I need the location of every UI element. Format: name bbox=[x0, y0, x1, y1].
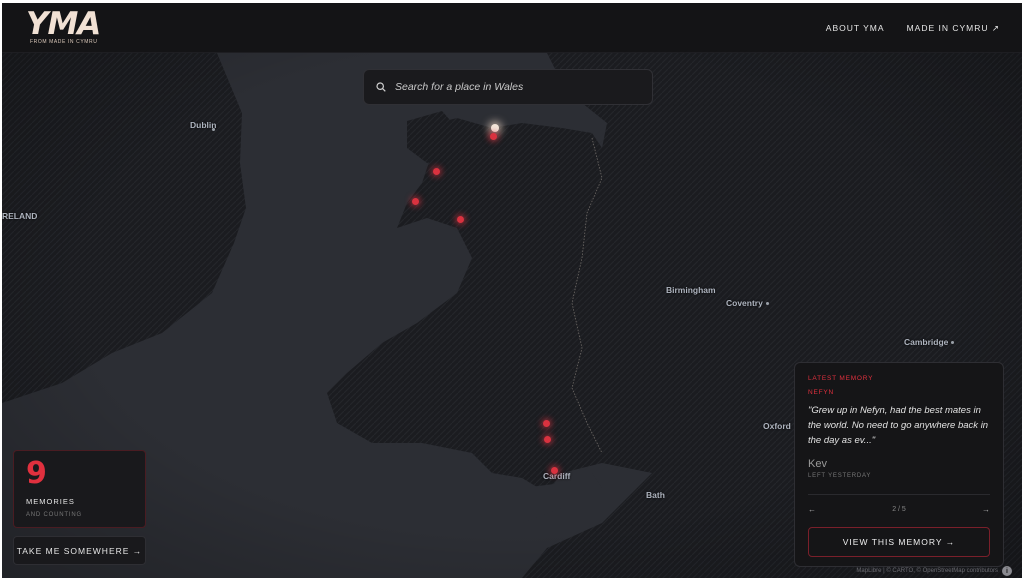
page-indicator: 2 / 5 bbox=[892, 506, 906, 513]
next-memory-button[interactable]: → bbox=[982, 505, 990, 514]
label-birmingham: Birmingham bbox=[666, 285, 716, 295]
nav-about-yma[interactable]: ABOUT YMA bbox=[826, 23, 885, 33]
memory-marker[interactable] bbox=[433, 168, 440, 175]
memory-marker[interactable] bbox=[412, 198, 419, 205]
memories-counter: 9 MEMORIES AND COUNTING bbox=[13, 450, 146, 528]
card-kicker: LATEST MEMORY bbox=[808, 375, 874, 382]
memory-marker-active[interactable] bbox=[491, 124, 499, 132]
memories-label: MEMORIES bbox=[26, 497, 75, 506]
latest-memory-card: LATEST MEMORY NEFYN "Grew up in Nefyn, h… bbox=[794, 362, 1004, 567]
label-ireland: RELAND bbox=[2, 211, 38, 221]
card-author: Kev bbox=[808, 458, 827, 470]
prev-memory-button[interactable]: ← bbox=[808, 505, 816, 514]
attribution-text[interactable]: MapLibre | © CARTO, © OpenStreetMap cont… bbox=[856, 568, 998, 574]
logo-subtext: FROM MADE IN CYMRU bbox=[30, 39, 98, 45]
city-dot-dublin bbox=[212, 128, 215, 131]
app-frame: Dublin RELAND Birmingham Coventry Cambri… bbox=[2, 3, 1022, 578]
card-place: NEFYN bbox=[808, 389, 835, 396]
top-header: YMA FROM MADE IN CYMRU ABOUT YMA MADE IN… bbox=[2, 3, 1022, 53]
take-me-somewhere-button[interactable]: TAKE ME SOMEWHERE → bbox=[13, 536, 146, 565]
search-icon bbox=[376, 82, 386, 92]
search-input[interactable] bbox=[395, 81, 652, 93]
view-memory-button[interactable]: VIEW THIS MEMORY → bbox=[808, 527, 990, 557]
yma-logo[interactable]: YMA FROM MADE IN CYMRU bbox=[26, 8, 102, 50]
top-nav: ABOUT YMA MADE IN CYMRU ↗ bbox=[826, 3, 1000, 53]
card-quote: "Grew up in Nefyn, had the best mates in… bbox=[808, 405, 989, 446]
memory-marker[interactable] bbox=[551, 467, 558, 474]
logo-text: YMA bbox=[26, 6, 101, 42]
info-icon[interactable]: i bbox=[1002, 566, 1012, 576]
memory-marker[interactable] bbox=[543, 420, 550, 427]
nav-made-in-cymru[interactable]: MADE IN CYMRU ↗ bbox=[907, 23, 1000, 34]
memory-marker[interactable] bbox=[544, 436, 551, 443]
memories-sublabel: AND COUNTING bbox=[26, 512, 82, 518]
memories-count: 9 bbox=[26, 456, 47, 491]
card-pager: ← 2 / 5 → bbox=[808, 494, 990, 524]
card-timestamp: LEFT YESTERDAY bbox=[808, 473, 872, 479]
label-bath: Bath bbox=[646, 490, 665, 500]
place-search-bar[interactable] bbox=[363, 69, 653, 105]
label-cambridge: Cambridge bbox=[904, 337, 954, 347]
memory-marker[interactable] bbox=[490, 133, 497, 140]
label-oxford: Oxford bbox=[763, 421, 791, 431]
memory-marker[interactable] bbox=[457, 216, 464, 223]
label-coventry: Coventry bbox=[726, 298, 769, 308]
map-attribution: MapLibre | © CARTO, © OpenStreetMap cont… bbox=[856, 566, 1012, 576]
